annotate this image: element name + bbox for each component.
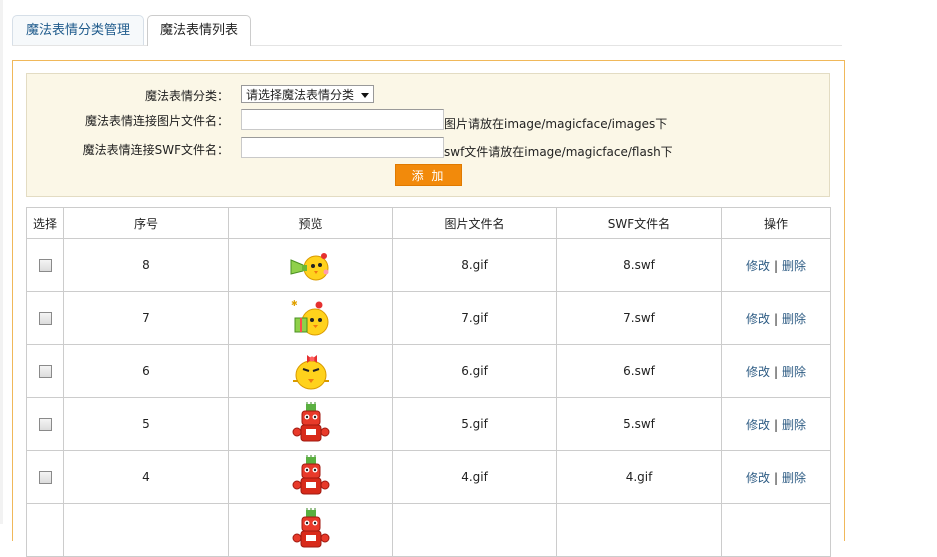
row-image-filename: 4.gif	[392, 450, 557, 504]
row-select-cell	[26, 238, 64, 292]
chick-bow-icon	[289, 355, 333, 390]
row-checkbox[interactable]	[38, 471, 52, 484]
action-separator: |	[773, 311, 779, 326]
header-actions: 操作	[721, 207, 831, 239]
image-label: 魔法表情连接图片文件名：	[84, 114, 229, 128]
red-robot-icon	[291, 508, 331, 548]
left-edge	[0, 0, 3, 524]
action-separator: |	[773, 470, 779, 485]
row-actions: 修改 | 删除	[721, 450, 831, 504]
delete-link[interactable]: 删除	[782, 471, 806, 485]
chevron-down-icon	[361, 93, 369, 98]
row-image-filename: 7.gif	[392, 291, 557, 345]
table-row: 7 ✱ 7.gif 7.swf 修改 | 删除	[26, 291, 831, 345]
delete-link[interactable]: 删除	[782, 312, 806, 326]
edit-link[interactable]: 修改	[746, 365, 770, 379]
row-preview	[228, 238, 393, 292]
row-number: 4	[63, 450, 229, 504]
table-row: 4 4.gif 4.gif 修改 | 删除	[26, 450, 831, 504]
image-hint: 图片请放在image/magicface/images下	[444, 117, 668, 131]
partial-cell	[228, 503, 393, 557]
row-preview	[228, 397, 393, 451]
add-form: 魔法表情分类： 请选择魔法表情分类 魔法表情连接图片文件名： 图片请放在imag…	[26, 73, 830, 197]
swf-hint: swf文件请放在image/magicface/flash下	[444, 145, 673, 159]
category-select[interactable]: 请选择魔法表情分类	[241, 85, 374, 103]
magicface-table: 选择 序号 预览 图片文件名 SWF文件名 操作 8 8.gif 8.swf 修改 | 删…	[26, 207, 831, 557]
swf-filename-input[interactable]	[241, 137, 444, 158]
row-actions: 修改 | 删除	[721, 291, 831, 345]
row-checkbox[interactable]	[38, 259, 52, 272]
add-button[interactable]: 添 加	[395, 164, 462, 186]
row-number: 7	[63, 291, 229, 345]
row-checkbox[interactable]	[38, 418, 52, 431]
row-swf-filename: 6.swf	[556, 344, 722, 398]
swf-label: 魔法表情连接SWF文件名：	[82, 143, 229, 157]
tab-magicface-list[interactable]: 魔法表情列表	[147, 15, 251, 46]
partial-cell	[63, 503, 229, 557]
action-separator: |	[773, 364, 779, 379]
content-panel: 魔法表情分类： 请选择魔法表情分类 魔法表情连接图片文件名： 图片请放在imag…	[12, 60, 845, 557]
category-label: 魔法表情分类：	[144, 89, 229, 103]
category-select-value: 请选择魔法表情分类	[246, 88, 355, 102]
row-image-filename: 8.gif	[392, 238, 557, 292]
edit-link[interactable]: 修改	[746, 471, 770, 485]
row-actions: 修改 | 删除	[721, 238, 831, 292]
tab-category-management[interactable]: 魔法表情分类管理	[12, 15, 144, 45]
table-row-partial	[26, 503, 831, 557]
table-header-row: 选择 序号 预览 图片文件名 SWF文件名 操作	[26, 207, 831, 239]
chick-trumpet-icon	[289, 253, 333, 281]
chick-gift-icon: ✱	[289, 299, 333, 336]
row-actions: 修改 | 删除	[721, 344, 831, 398]
partial-cell	[26, 503, 64, 557]
row-select-cell	[26, 397, 64, 451]
row-number: 5	[63, 397, 229, 451]
row-swf-filename: 4.gif	[556, 450, 722, 504]
header-image-filename: 图片文件名	[392, 207, 557, 239]
row-preview: ✱	[228, 291, 393, 345]
table-row: 5 5.gif 5.swf 修改 | 删除	[26, 397, 831, 451]
row-select-cell	[26, 291, 64, 345]
delete-link[interactable]: 删除	[782, 365, 806, 379]
red-robot-icon	[291, 402, 331, 442]
table-row: 8 8.gif 8.swf 修改 | 删除	[26, 238, 831, 292]
row-checkbox[interactable]	[38, 312, 52, 325]
header-preview: 预览	[228, 207, 393, 239]
row-number: 8	[63, 238, 229, 292]
row-preview	[228, 344, 393, 398]
partial-cell	[556, 503, 722, 557]
row-number: 6	[63, 344, 229, 398]
header-number: 序号	[63, 207, 229, 239]
action-separator: |	[773, 417, 779, 432]
action-separator: |	[773, 258, 779, 273]
row-checkbox[interactable]	[38, 365, 52, 378]
header-swf-filename: SWF文件名	[556, 207, 722, 239]
partial-cell	[721, 503, 831, 557]
row-swf-filename: 8.swf	[556, 238, 722, 292]
delete-link[interactable]: 删除	[782, 418, 806, 432]
red-robot-icon	[291, 455, 331, 495]
partial-cell	[392, 503, 557, 557]
row-preview	[228, 450, 393, 504]
row-swf-filename: 5.swf	[556, 397, 722, 451]
svg-text:✱: ✱	[291, 299, 298, 308]
edit-link[interactable]: 修改	[746, 312, 770, 326]
edit-link[interactable]: 修改	[746, 418, 770, 432]
row-select-cell	[26, 344, 64, 398]
tab-bar: 魔法表情分类管理 魔法表情列表	[12, 15, 842, 46]
delete-link[interactable]: 删除	[782, 259, 806, 273]
edit-link[interactable]: 修改	[746, 259, 770, 273]
row-select-cell	[26, 450, 64, 504]
header-select: 选择	[26, 207, 64, 239]
image-filename-input[interactable]	[241, 109, 444, 130]
row-image-filename: 6.gif	[392, 344, 557, 398]
table-row: 6 6.gif 6.swf 修改 | 删除	[26, 344, 831, 398]
row-swf-filename: 7.swf	[556, 291, 722, 345]
row-actions: 修改 | 删除	[721, 397, 831, 451]
row-image-filename: 5.gif	[392, 397, 557, 451]
